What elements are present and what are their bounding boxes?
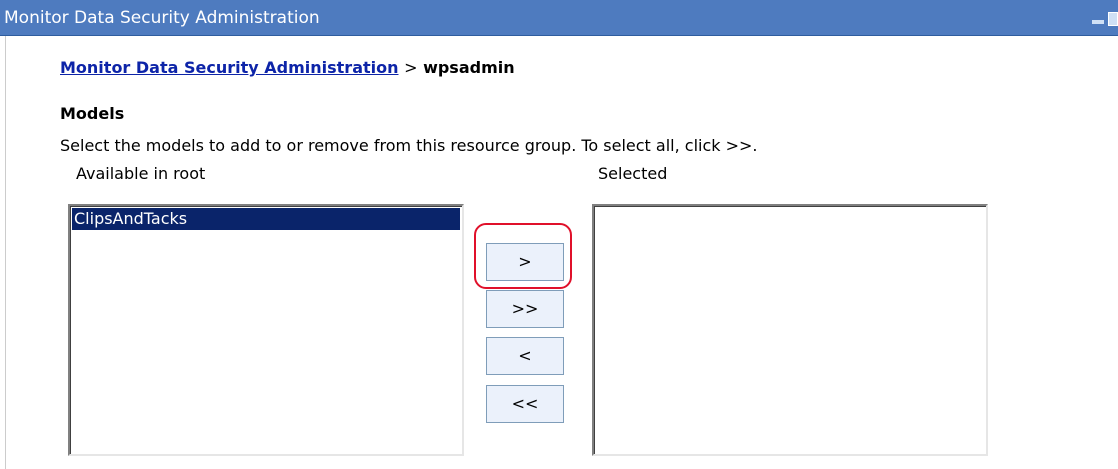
remove-all-button[interactable]: << [486, 385, 564, 423]
breadcrumb-link-monitor-data-security[interactable]: Monitor Data Security Administration [60, 58, 399, 77]
minimize-icon[interactable] [1092, 20, 1104, 24]
left-border [0, 36, 6, 469]
remove-button[interactable]: < [486, 337, 564, 375]
selected-list-label: Selected [598, 164, 668, 183]
selected-models-listbox[interactable] [592, 204, 988, 456]
window-controls [1070, 9, 1118, 29]
maximize-icon[interactable] [1108, 12, 1118, 26]
models-title: Models [60, 104, 125, 123]
add-all-button[interactable]: >> [486, 290, 564, 328]
breadcrumb-separator: > [404, 58, 418, 77]
models-instructions: Select the models to add to or remove fr… [60, 136, 758, 155]
list-option-clipsandtacks[interactable]: ClipsAndTacks [72, 208, 460, 230]
breadcrumb: Monitor Data Security Administration > w… [60, 58, 515, 78]
window-title: Monitor Data Security Administration [4, 8, 320, 28]
add-button[interactable]: > [486, 243, 564, 281]
breadcrumb-current: wpsadmin [423, 58, 515, 77]
window-titlebar: Monitor Data Security Administration [0, 0, 1118, 36]
available-models-listbox[interactable]: ClipsAndTacks [68, 204, 464, 456]
available-list-label: Available in root [76, 164, 206, 183]
